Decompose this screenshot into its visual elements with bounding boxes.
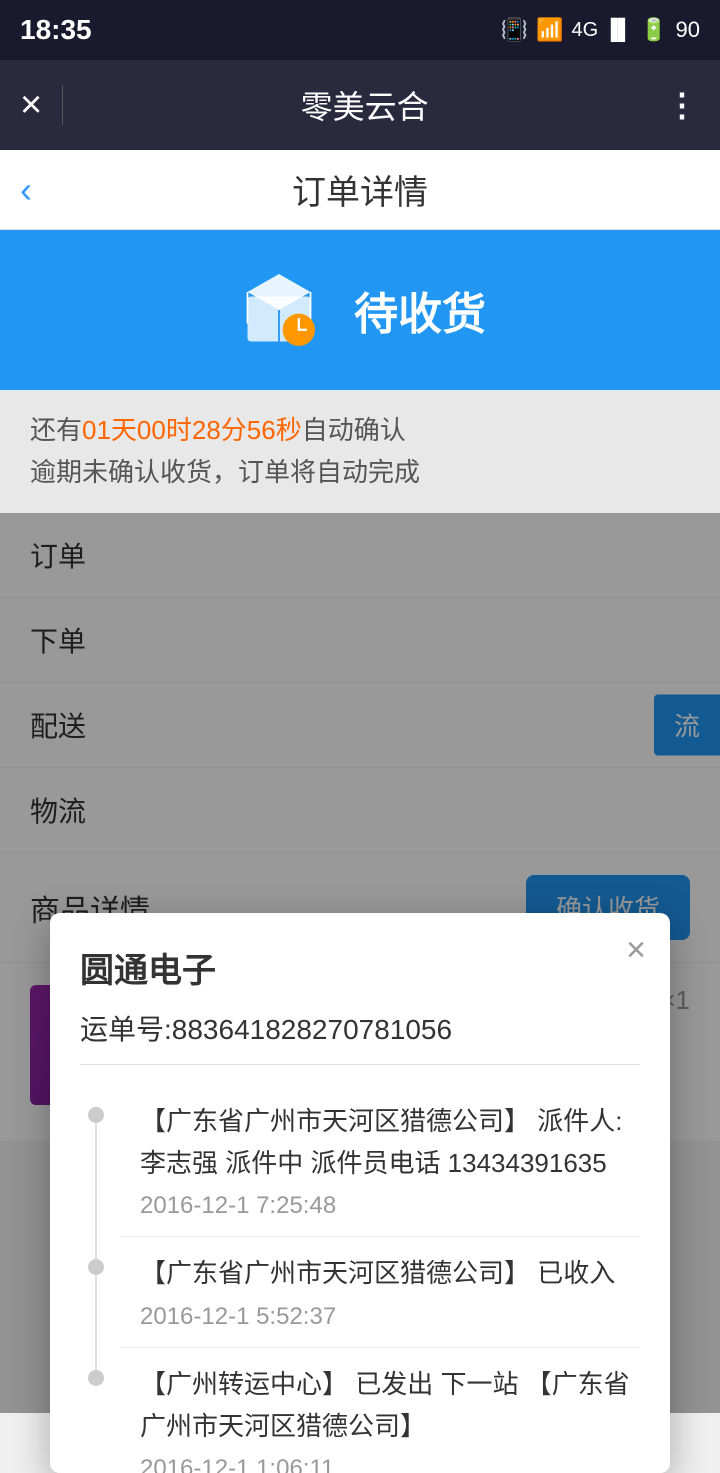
modal-close-button[interactable]: × [626, 933, 646, 967]
modal-overlay: × 圆通电子 运单号:883641828270781056 【广东省广州市天河区… [0, 513, 720, 1413]
info-sub: 逾期未确认收货，订单将自动完成 [30, 457, 420, 487]
main-content: 订单 下单 配送 流 物流 商品详情 确认收货 领取 面膜 领取面膜 规格:默认… [0, 513, 720, 1413]
battery-level: 90 [676, 17, 700, 43]
package-icon [234, 265, 324, 355]
logistics-timeline: 【广东省广州市天河区猎德公司】 派件人: 李志强 派件中 派件员电话 13434… [80, 1085, 640, 1473]
info-section: 还有01天00时28分56秒自动确认 逾期未确认收货，订单将自动完成 [0, 390, 720, 513]
page-title: 订单详情 [292, 165, 428, 214]
logistics-modal: × 圆通电子 运单号:883641828270781056 【广东省广州市天河区… [50, 913, 670, 1473]
status-text: 待收货 [354, 278, 486, 342]
status-banner: 待收货 [0, 230, 720, 390]
info-suffix: 自动确认 [302, 415, 406, 445]
app-header: × 零美云合 ⋮ [0, 60, 720, 150]
modal-tracking-number: 运单号:883641828270781056 [80, 1008, 640, 1065]
app-title: 零美云合 [83, 82, 646, 128]
timeline-dot [88, 1107, 104, 1123]
more-button[interactable]: ⋮ [666, 86, 700, 124]
close-button[interactable]: × [20, 84, 42, 127]
timeline-dot [88, 1370, 104, 1386]
timeline-desc-2: 【广州转运中心】 已发出 下一站 【广东省广州市天河区猎德公司】 [140, 1364, 640, 1447]
timeline-line [95, 1275, 97, 1375]
back-button[interactable]: ‹ [20, 169, 32, 211]
timeline-item: 【广东省广州市天河区猎德公司】 派件人: 李志强 派件中 派件员电话 13434… [120, 1085, 640, 1237]
timeline-line [95, 1123, 97, 1264]
timeline-item: 【广州转运中心】 已发出 下一站 【广东省广州市天河区猎德公司】 2016-12… [120, 1348, 640, 1473]
modal-title: 圆通电子 [80, 943, 640, 992]
wifi-icon: 📶 [536, 17, 563, 43]
timeline-time-1: 2016-12-1 5:52:37 [140, 1303, 640, 1331]
timeline-desc-1: 【广东省广州市天河区猎德公司】 已收入 [140, 1253, 640, 1295]
status-icons: 📳 📶 4G ▐▌ 🔋 90 [501, 17, 700, 43]
timeline-dot [88, 1259, 104, 1275]
info-prefix: 还有 [30, 415, 82, 445]
timeline-desc-0: 【广东省广州市天河区猎德公司】 派件人: 李志强 派件中 派件员电话 13434… [140, 1101, 640, 1184]
battery-icon: 🔋 [640, 17, 667, 43]
status-bar: 18:35 📳 📶 4G ▐▌ 🔋 90 [0, 0, 720, 60]
timeline-time-0: 2016-12-1 7:25:48 [140, 1192, 640, 1220]
timeline-item: 【广东省广州市天河区猎德公司】 已收入 2016-12-1 5:52:37 [120, 1237, 640, 1348]
signal-icon: 4G ▐▌ [572, 19, 633, 42]
status-time: 18:35 [20, 14, 92, 46]
page-header: ‹ 订单详情 [0, 150, 720, 230]
countdown: 01天00时28分56秒 [82, 415, 302, 445]
timeline-time-2: 2016-12-1 1:06:11 [140, 1455, 640, 1473]
vibrate-icon: 📳 [501, 17, 528, 43]
